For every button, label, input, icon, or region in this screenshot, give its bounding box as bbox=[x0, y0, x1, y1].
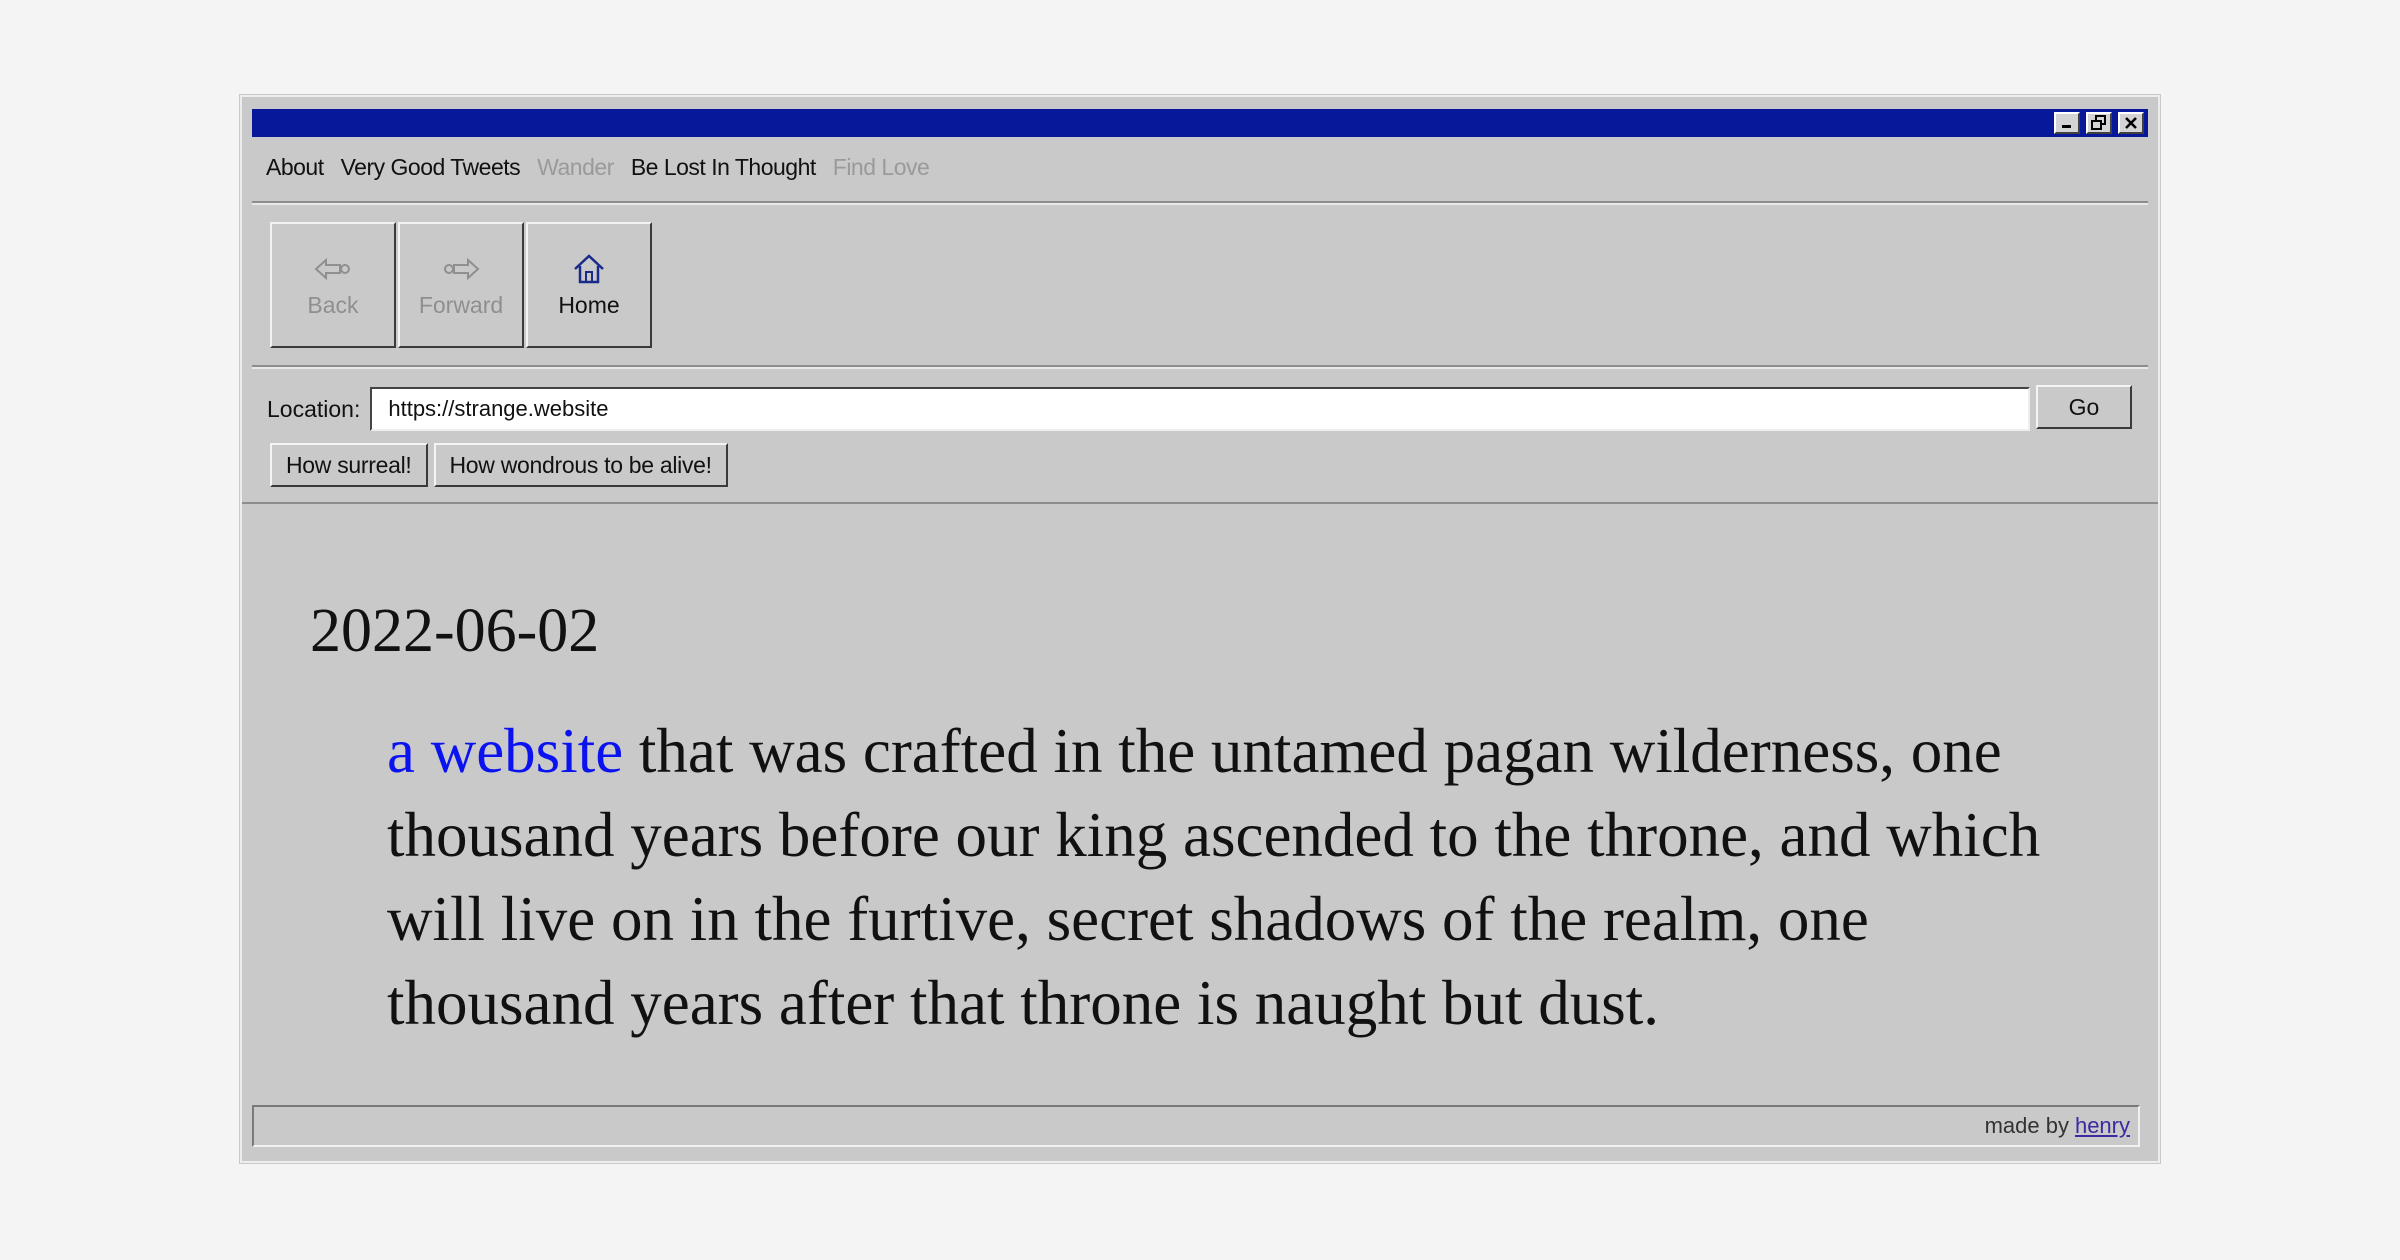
menu-item-find-love: Find Love bbox=[832, 153, 930, 180]
restore-button[interactable] bbox=[2086, 112, 2112, 134]
menu-item-about[interactable]: About bbox=[266, 154, 324, 181]
how-wondrous-button[interactable]: How wondrous to be alive! bbox=[433, 443, 728, 487]
location-input[interactable] bbox=[370, 387, 2031, 431]
home-label: Home bbox=[558, 291, 620, 318]
navigation-toolbar: Back Forward Home bbox=[270, 222, 652, 348]
browser-window: About Very Good Tweets Wander Be Lost In… bbox=[240, 95, 2160, 1163]
back-button[interactable]: Back bbox=[270, 222, 396, 348]
close-button[interactable] bbox=[2118, 112, 2144, 134]
go-button[interactable]: Go bbox=[2036, 385, 2132, 429]
forward-arrow-icon bbox=[442, 252, 480, 286]
post-date: 2022-06-02 bbox=[310, 597, 600, 665]
page-content: 2022-06-02 a website that was crafted in… bbox=[242, 502, 2158, 1100]
back-arrow-icon bbox=[314, 252, 352, 286]
minimize-button[interactable] bbox=[2054, 112, 2080, 134]
post-body: a website that was crafted in the untame… bbox=[387, 709, 2107, 1045]
menu-bar: About Very Good Tweets Wander Be Lost In… bbox=[266, 149, 930, 185]
status-bar: made by henry bbox=[252, 1105, 2140, 1147]
menu-item-wander: Wander bbox=[537, 153, 614, 180]
title-bar[interactable] bbox=[252, 109, 2148, 137]
home-button[interactable]: Home bbox=[526, 222, 652, 348]
forward-label: Forward bbox=[418, 291, 504, 318]
minimize-icon bbox=[2062, 125, 2071, 128]
restore-icon bbox=[2091, 115, 2106, 130]
toolbar-divider bbox=[252, 365, 2148, 369]
post-body-text: that was crafted in the untamed pagan wi… bbox=[387, 716, 2041, 1038]
how-surreal-button[interactable]: How surreal! bbox=[270, 443, 428, 487]
credit-link-henry[interactable]: henry bbox=[2075, 1113, 2130, 1139]
menu-divider bbox=[252, 201, 2148, 205]
menu-item-be-lost-in-thought[interactable]: Be Lost In Thought bbox=[631, 154, 816, 181]
credit-text: made by bbox=[1984, 1113, 2069, 1138]
website-link[interactable]: a website bbox=[387, 716, 623, 786]
back-label: Back bbox=[307, 291, 359, 318]
forward-button[interactable]: Forward bbox=[398, 222, 524, 348]
location-bar: Location: bbox=[267, 387, 2031, 431]
menu-item-very-good-tweets[interactable]: Very Good Tweets bbox=[341, 154, 521, 181]
close-icon bbox=[2125, 117, 2137, 129]
quick-buttons: How surreal! How wondrous to be alive! bbox=[270, 443, 728, 487]
location-label: Location: bbox=[267, 395, 361, 422]
home-icon bbox=[572, 252, 606, 286]
